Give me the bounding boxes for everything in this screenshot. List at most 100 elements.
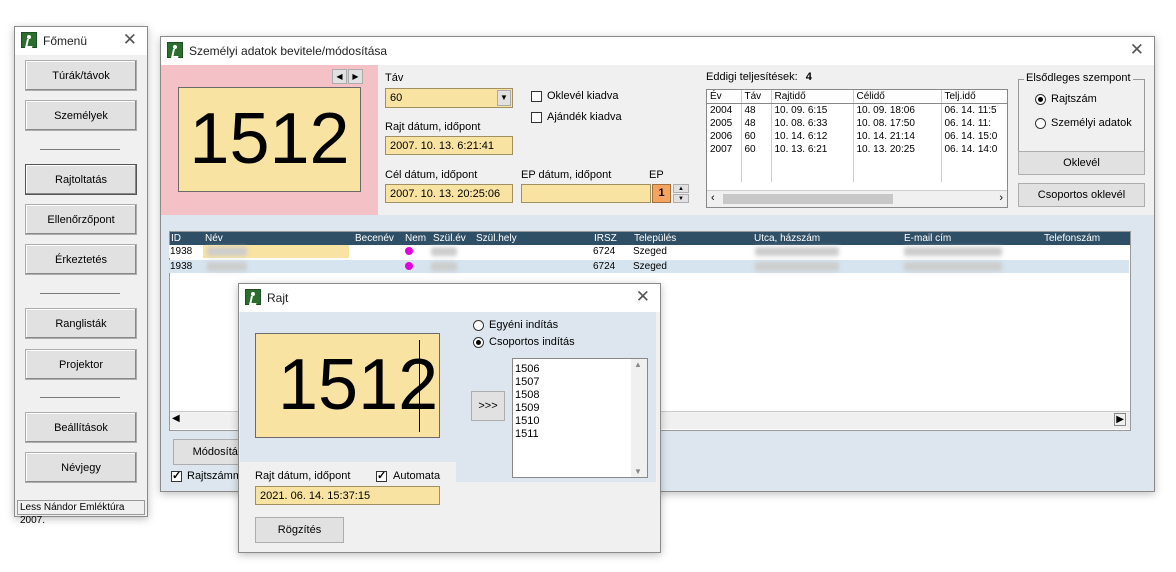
add-to-list-button[interactable]: >>> xyxy=(471,391,505,421)
grid-header-cell[interactable]: Település xyxy=(634,233,676,244)
scroll-right-icon[interactable]: ▶ xyxy=(1114,413,1126,426)
rajt-bib-input[interactable]: 1512 xyxy=(255,333,440,438)
group-start-list[interactable]: 1506 1507 1508 1509 1510 1511 ▲ ▼ xyxy=(512,358,648,478)
table-row[interactable]: 1938 6724 Szeged xyxy=(169,260,1129,273)
menu-button-projektor[interactable]: Projektor xyxy=(25,349,137,380)
menu-button-rajtoltatas[interactable]: Rajtoltatás xyxy=(25,164,137,195)
tav-label: Táv xyxy=(385,72,404,84)
rajtszam-checkbox[interactable] xyxy=(171,469,182,482)
rajt-field[interactable]: 2007. 10. 13. 6:21:41 xyxy=(385,136,513,155)
grid-header-cell[interactable]: Szül.hely xyxy=(476,233,517,244)
close-icon[interactable]: ✕ xyxy=(636,288,650,306)
grid-header-cell[interactable]: Telefonszám xyxy=(1044,233,1100,244)
history-empty-row xyxy=(707,156,1007,169)
history-header-cell[interactable]: Év xyxy=(707,90,742,104)
history-cell: 06. 14. 11: xyxy=(941,117,1007,130)
priority-szemelyi-radio[interactable] xyxy=(1035,118,1046,129)
main-menu-titlebar: Főmenü ✕ xyxy=(15,27,147,55)
close-icon[interactable]: ✕ xyxy=(1130,41,1144,59)
menu-button-szemelyek[interactable]: Személyek xyxy=(25,100,137,131)
tav-select[interactable]: 60 ▼ xyxy=(385,88,513,108)
next-arrow-button[interactable]: ▶ xyxy=(348,69,363,84)
ep-field[interactable] xyxy=(521,184,651,203)
priority-title: Elsődleges szempont xyxy=(1024,72,1133,84)
list-item[interactable]: 1509 xyxy=(515,402,539,415)
scroll-left-icon[interactable]: ‹ xyxy=(711,192,715,204)
group-start-items: 1506 1507 1508 1509 1510 1511 xyxy=(515,363,539,441)
list-item[interactable]: 1510 xyxy=(515,415,539,428)
close-icon[interactable]: ✕ xyxy=(123,31,137,49)
grid-header-cell[interactable]: Utca, házszám xyxy=(754,233,820,244)
history-row[interactable]: 2007 60 10. 13. 6:21 10. 13. 20:25 06. 14. 1… xyxy=(707,143,1007,156)
person-window-title: Személyi adatok bevitele/módosítása xyxy=(189,44,388,58)
grid-header-cell[interactable]: Becenév xyxy=(355,233,394,244)
rajt-dialog: Rajt ✕ 1512 Egyéni indítás Csoportos ind… xyxy=(238,283,661,553)
ep-spin-down[interactable]: ▼ xyxy=(673,194,689,203)
scroll-thumb[interactable] xyxy=(723,194,893,204)
menu-button-turak[interactable]: Túrák/távok xyxy=(25,60,137,91)
prev-arrow-button[interactable]: ◀ xyxy=(332,69,347,84)
egyeni-label: Egyéni indítás xyxy=(489,319,559,331)
rogzites-button[interactable]: Rögzítés xyxy=(255,517,344,543)
history-row[interactable]: 2006 60 10. 14. 6:12 10. 14. 21:14 06. 14. 1… xyxy=(707,130,1007,143)
history-hscrollbar[interactable]: ‹ › xyxy=(707,190,1007,207)
history-header-cell[interactable]: Rajtidő xyxy=(771,90,854,104)
oklevel-checkbox[interactable] xyxy=(531,91,542,102)
grid-header-cell[interactable]: E-mail cím xyxy=(904,233,951,244)
rajt-dialog-title: Rajt xyxy=(267,291,289,305)
history-cell: 2005 xyxy=(707,117,742,130)
priority-rajtszam-radio[interactable] xyxy=(1035,94,1046,105)
blurred-cell xyxy=(904,262,1002,271)
person-titlebar: Személyi adatok bevitele/módosítása ✕ xyxy=(161,37,1154,65)
menu-button-nevjegy[interactable]: Névjegy xyxy=(25,452,137,483)
blurred-cell xyxy=(755,247,839,256)
ajandek-checkbox[interactable] xyxy=(531,112,542,123)
egyeni-radio[interactable] xyxy=(473,320,484,331)
menu-button-ellenorzopont[interactable]: Ellenőrzőpont xyxy=(25,204,137,235)
automata-checkbox[interactable] xyxy=(376,469,387,482)
csoportos-radio[interactable] xyxy=(473,337,484,348)
list-item[interactable]: 1506 xyxy=(515,363,539,376)
grid-header-cell[interactable]: ID xyxy=(171,233,181,244)
menu-button-erkeztetes[interactable]: Érkeztetés xyxy=(25,244,137,275)
rajtszam-check-label: Rajtszámm xyxy=(187,470,243,482)
gender-dot-icon xyxy=(405,262,413,270)
chevron-down-icon[interactable]: ▼ xyxy=(497,90,511,106)
history-cell: 2006 xyxy=(707,130,742,143)
table-row[interactable]: 1938 6724 Szeged xyxy=(169,245,1129,258)
history-row[interactable]: 2005 48 10. 08. 6:33 10. 08. 17:50 06. 14. 1… xyxy=(707,117,1007,130)
list-item[interactable]: 1511 xyxy=(515,428,539,441)
history-cell: 10. 08. 17:50 xyxy=(853,117,942,130)
cel-label: Cél dátum, időpont xyxy=(385,169,478,181)
list-vscrollbar[interactable]: ▲ ▼ xyxy=(631,359,647,477)
list-item[interactable]: 1508 xyxy=(515,389,539,402)
scroll-down-icon[interactable]: ▼ xyxy=(634,467,642,476)
scroll-left-icon[interactable]: ◀ xyxy=(172,413,180,424)
grid-header-cell[interactable]: Szül.év xyxy=(433,233,466,244)
grid-header-cell[interactable]: IRSZ xyxy=(594,233,617,244)
history-cell: 60 xyxy=(741,130,772,143)
history-header-cell[interactable]: Célidő xyxy=(853,90,942,104)
rajt-dialog-datetime[interactable]: 2021. 06. 14. 15:37:15 xyxy=(255,486,440,505)
menu-button-ranglistak[interactable]: Ranglisták xyxy=(25,308,137,339)
main-menu-window: Főmenü ✕ Túrák/távok Személyek Rajtoltat… xyxy=(14,26,148,526)
history-row[interactable]: 2004 48 10. 09. 6:15 10. 09. 18:06 06. 14. 1… xyxy=(707,103,1007,117)
history-header-cell[interactable]: Táv xyxy=(741,90,772,104)
history-cell: 10. 13. 6:21 xyxy=(771,143,854,156)
grid-cell: Szeged xyxy=(633,246,667,257)
oklevel-button[interactable]: Oklevél xyxy=(1018,151,1145,175)
grid-header-cell[interactable]: Név xyxy=(205,233,223,244)
rajt-label: Rajt dátum, időpont xyxy=(385,121,481,133)
scroll-up-icon[interactable]: ▲ xyxy=(634,360,642,369)
csoportos-oklevel-button[interactable]: Csoportos oklevél xyxy=(1018,183,1145,207)
ep-spin-up[interactable]: ▲ xyxy=(673,184,689,193)
history-cell: 60 xyxy=(741,143,772,156)
history-cell: 2004 xyxy=(707,103,742,117)
grid-header-cell[interactable]: Nem xyxy=(405,233,426,244)
history-table[interactable]: Év Táv Rajtidő Célidő Telj.idő 2004 48 10. 09.… xyxy=(706,89,1008,208)
cel-field[interactable]: 2007. 10. 13. 20:25:06 xyxy=(385,184,513,203)
history-header-cell[interactable]: Telj.idő xyxy=(941,90,1007,104)
menu-button-beallitasok[interactable]: Beállítások xyxy=(25,412,137,443)
list-item[interactable]: 1507 xyxy=(515,376,539,389)
scroll-right-icon[interactable]: › xyxy=(999,192,1003,204)
